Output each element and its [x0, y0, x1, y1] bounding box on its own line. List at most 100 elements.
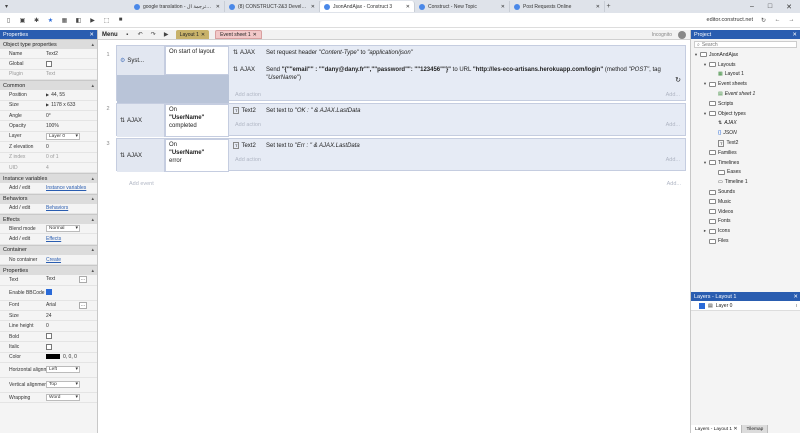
property-value[interactable]: 0°	[46, 113, 51, 119]
property-select[interactable]: Layer 0	[46, 132, 80, 140]
add-more-link[interactable]: Add...	[666, 157, 680, 163]
condition-block[interactable]	[117, 75, 229, 105]
tab-layout-1[interactable]: Layout 1 ✕	[175, 30, 210, 39]
project-tree-item[interactable]: ▤ Event sheet 1	[691, 89, 800, 99]
property-select[interactable]: Left	[46, 366, 80, 374]
expand-icon[interactable]: ▶	[46, 102, 49, 107]
project-tree-item[interactable]: ▦ Layout 1	[691, 70, 800, 80]
property-select[interactable]: Top	[46, 381, 80, 389]
project-tree-item[interactable]: ▾ JsonAndAjax	[691, 50, 800, 60]
collapse-icon[interactable]: ▴	[91, 176, 94, 182]
layer-row[interactable]: ▤ Layer 0 ı	[691, 301, 800, 311]
maximize-icon[interactable]: □	[768, 3, 772, 11]
close-icon[interactable]: ✕	[793, 294, 798, 300]
property-checkbox[interactable]	[46, 343, 52, 350]
project-tree-item[interactable]: ▾ Timelines	[691, 158, 800, 168]
property-value[interactable]: 0	[46, 323, 49, 329]
project-tree-item[interactable]: Fonts	[691, 217, 800, 227]
property-value[interactable]: 4	[46, 165, 49, 171]
collapse-icon[interactable]: ▴	[91, 268, 94, 274]
menu-button[interactable]: Menu	[102, 32, 118, 38]
project-tree-item[interactable]: Eases	[691, 168, 800, 178]
collapse-icon[interactable]: ▴	[91, 217, 94, 223]
screenshot-icon[interactable]: ⬚	[103, 17, 110, 24]
expand-toggle-icon[interactable]: ▸	[703, 228, 707, 234]
project-tree-item[interactable]: ▾ Event sheets	[691, 79, 800, 89]
property-value[interactable]: 0	[46, 144, 49, 150]
browser-tab[interactable]: Post Requests Online ✕	[510, 1, 605, 12]
back-icon[interactable]: ←	[774, 17, 781, 24]
property-value[interactable]: 24	[46, 313, 52, 319]
new-tab-icon[interactable]: +	[605, 3, 612, 10]
property-value[interactable]: Text	[46, 71, 55, 77]
close-icon[interactable]: ✕	[89, 32, 94, 38]
project-tree-item[interactable]: Files	[691, 236, 800, 246]
property-value[interactable]: 1178 x 633	[51, 102, 75, 108]
close-window-icon[interactable]: ✕	[786, 3, 792, 11]
add-more-link[interactable]: Add...	[666, 92, 680, 98]
layer-visible-checkbox[interactable]	[699, 302, 705, 309]
add-action-link[interactable]: Add action	[235, 122, 261, 128]
property-link[interactable]: Instance variables	[46, 185, 86, 191]
condition-object[interactable]: ⇅ AJAX	[117, 139, 165, 172]
ad-icon[interactable]: ◧	[75, 17, 82, 24]
property-section-header[interactable]: Effects ▴	[0, 214, 97, 225]
property-section-header[interactable]: Properties ▴	[0, 265, 97, 276]
close-tab-icon[interactable]: ✕	[311, 4, 315, 10]
media-icon[interactable]: ▶	[89, 17, 96, 24]
close-tab-icon[interactable]: ✕	[406, 4, 410, 10]
property-link[interactable]: Effects	[46, 236, 61, 242]
lock-icon[interactable]: ı	[796, 303, 797, 309]
browser-tab[interactable]: JsonAndAjax - Construct 3 ✕	[320, 1, 415, 12]
tab-layers[interactable]: Layers - Layout 1 ✕	[691, 425, 743, 433]
event-3[interactable]: 3 ⇅ AJAX On "UserName" error T Text2 Set text…	[106, 138, 686, 172]
property-select[interactable]: Normal	[46, 225, 80, 233]
color-swatch[interactable]	[46, 354, 60, 360]
property-value[interactable]: Arial	[46, 302, 76, 308]
project-tree-item[interactable]: Scripts	[691, 99, 800, 109]
property-checkbox[interactable]	[46, 333, 52, 340]
project-search-input[interactable]: ⌕ Search	[694, 41, 797, 48]
property-link[interactable]: Behaviors	[46, 205, 68, 211]
action-row[interactable]: ⇅ AJAX Set request header "Content-Type" t…	[232, 49, 685, 57]
edit-button[interactable]: ...	[79, 276, 87, 284]
avatar[interactable]	[678, 30, 686, 39]
property-value[interactable]: 44, 55	[51, 92, 65, 98]
property-section-header[interactable]: Instance variables ▴	[0, 173, 97, 184]
action-row[interactable]: T Text2 Set text to "Err : " & AJAX.LastDa…	[232, 142, 685, 150]
browser-tab[interactable]: Construct - New Topic ✕	[415, 1, 510, 12]
project-tree-item[interactable]: ▸ Icons	[691, 226, 800, 236]
project-tree-item[interactable]: ▭ Timeline 1	[691, 177, 800, 187]
property-section-header[interactable]: Behaviors ▴	[0, 193, 97, 204]
redo-icon[interactable]: ↷	[150, 31, 157, 38]
property-checkbox[interactable]	[46, 60, 52, 67]
add-more-link[interactable]: Add...	[666, 122, 680, 128]
refresh-icon[interactable]: ↻	[760, 17, 767, 24]
stats-icon[interactable]: ▦	[61, 17, 68, 24]
save-icon[interactable]: ▪	[124, 31, 131, 38]
project-tree-item[interactable]: {} JSON	[691, 128, 800, 138]
property-section-header[interactable]: Container ▴	[0, 244, 97, 255]
collections-icon[interactable]: ▣	[19, 17, 26, 24]
event-1[interactable]: 1 ⚙ Syst... On start of layout ⇅ AJAX Set r…	[106, 45, 686, 105]
project-tree-item[interactable]: Videos	[691, 207, 800, 217]
add-action-link[interactable]: Add action	[235, 157, 261, 163]
project-tree-item[interactable]: ▾ Layouts	[691, 60, 800, 70]
expand-icon[interactable]: ▶	[46, 92, 49, 97]
forward-icon[interactable]: →	[788, 17, 795, 24]
browser-tab[interactable]: (8) CONSTRUCT-2&3 Developers ✕	[225, 1, 320, 12]
tab-event-sheet-1[interactable]: Event sheet 1 ✕	[215, 30, 262, 39]
edit-button[interactable]: ...	[79, 301, 87, 309]
condition-object[interactable]: ⇅ AJAX	[117, 104, 165, 137]
tab-actions-icon[interactable]: ▾	[3, 3, 10, 10]
play-icon[interactable]: ▶	[163, 31, 170, 38]
close-icon[interactable]: ✕	[201, 32, 205, 38]
event-2[interactable]: 2 ⇅ AJAX On "UserName" completed T Text2 Set …	[106, 103, 686, 137]
add-event-more-link[interactable]: Add...	[667, 181, 681, 187]
property-section-header[interactable]: Object type properties ▴	[0, 39, 97, 49]
close-icon[interactable]: ✕	[792, 32, 797, 38]
expand-toggle-icon[interactable]: ▾	[703, 62, 707, 68]
browser-tab[interactable]: google translation - ترجمة ال- Goo✕	[130, 1, 225, 12]
expand-toggle-icon[interactable]: ▾	[703, 160, 707, 166]
extensions-icon[interactable]: ✱	[33, 17, 40, 24]
